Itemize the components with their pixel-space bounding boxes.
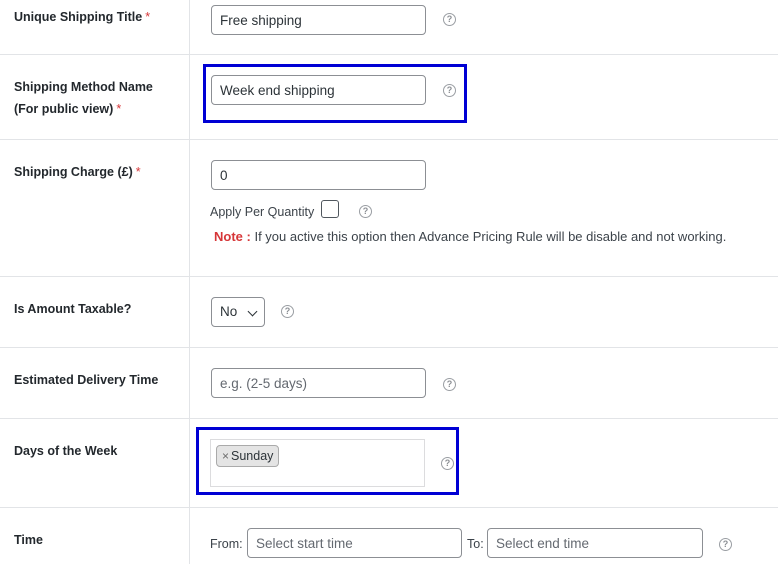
shipping-charge-input[interactable]	[211, 160, 426, 190]
select-value: No	[220, 304, 238, 319]
end-time-input[interactable]	[487, 528, 703, 558]
row-divider	[0, 54, 778, 55]
days-of-week-label: Days of the Week	[14, 444, 118, 458]
days-multiselect[interactable]: × Sunday	[210, 439, 425, 487]
note-tag: Note :	[214, 229, 251, 244]
help-icon[interactable]: ?	[443, 378, 456, 391]
shipping-method-form: Unique Shipping Title* ? Shipping Method…	[0, 0, 778, 564]
help-icon[interactable]: ?	[719, 538, 732, 551]
row-divider	[0, 418, 778, 419]
chip-label: Sunday	[231, 449, 274, 463]
column-divider	[189, 0, 190, 564]
row-divider	[0, 507, 778, 508]
label-subtext: (For public view)	[14, 102, 114, 116]
row-divider	[0, 139, 778, 140]
to-label: To:	[467, 537, 484, 551]
remove-chip-icon[interactable]: ×	[222, 449, 229, 463]
required-asterisk: *	[145, 10, 151, 24]
help-icon[interactable]: ?	[443, 84, 456, 97]
note-body: If you active this option then Advance P…	[250, 229, 727, 244]
help-icon[interactable]: ?	[441, 457, 454, 470]
from-label: From:	[210, 537, 243, 551]
day-chip: × Sunday	[216, 445, 280, 467]
delivery-time-label: Estimated Delivery Time	[14, 373, 159, 387]
required-asterisk: *	[116, 102, 122, 116]
label-text: Unique Shipping Title	[14, 10, 143, 24]
taxable-select[interactable]: No	[211, 297, 265, 327]
apply-per-quantity-checkbox[interactable]	[321, 200, 339, 218]
shipping-method-name-label: Shipping Method Name (For public view) *	[14, 76, 153, 120]
chevron-down-icon	[247, 306, 258, 317]
help-icon[interactable]: ?	[443, 13, 456, 26]
note-text: Note : If you active this option then Ad…	[214, 228, 726, 246]
apply-per-quantity-label: Apply Per Quantity	[210, 205, 315, 219]
required-asterisk: *	[135, 165, 141, 179]
help-icon[interactable]: ?	[281, 305, 294, 318]
row-divider	[0, 276, 778, 277]
shipping-charge-label: Shipping Charge (£) *	[14, 161, 141, 183]
unique-shipping-title-label: Unique Shipping Title *	[14, 6, 150, 28]
time-label: Time	[14, 533, 43, 547]
label-text: Shipping Charge (£)	[14, 165, 133, 179]
row-divider	[0, 347, 778, 348]
shipping-method-name-input[interactable]	[211, 75, 426, 105]
help-icon[interactable]: ?	[359, 205, 372, 218]
label-text: Shipping Method Name	[14, 80, 153, 94]
delivery-time-input[interactable]	[211, 368, 426, 398]
unique-shipping-title-input[interactable]	[211, 5, 426, 35]
taxable-label: Is Amount Taxable?	[14, 302, 132, 316]
start-time-input[interactable]	[247, 528, 462, 558]
